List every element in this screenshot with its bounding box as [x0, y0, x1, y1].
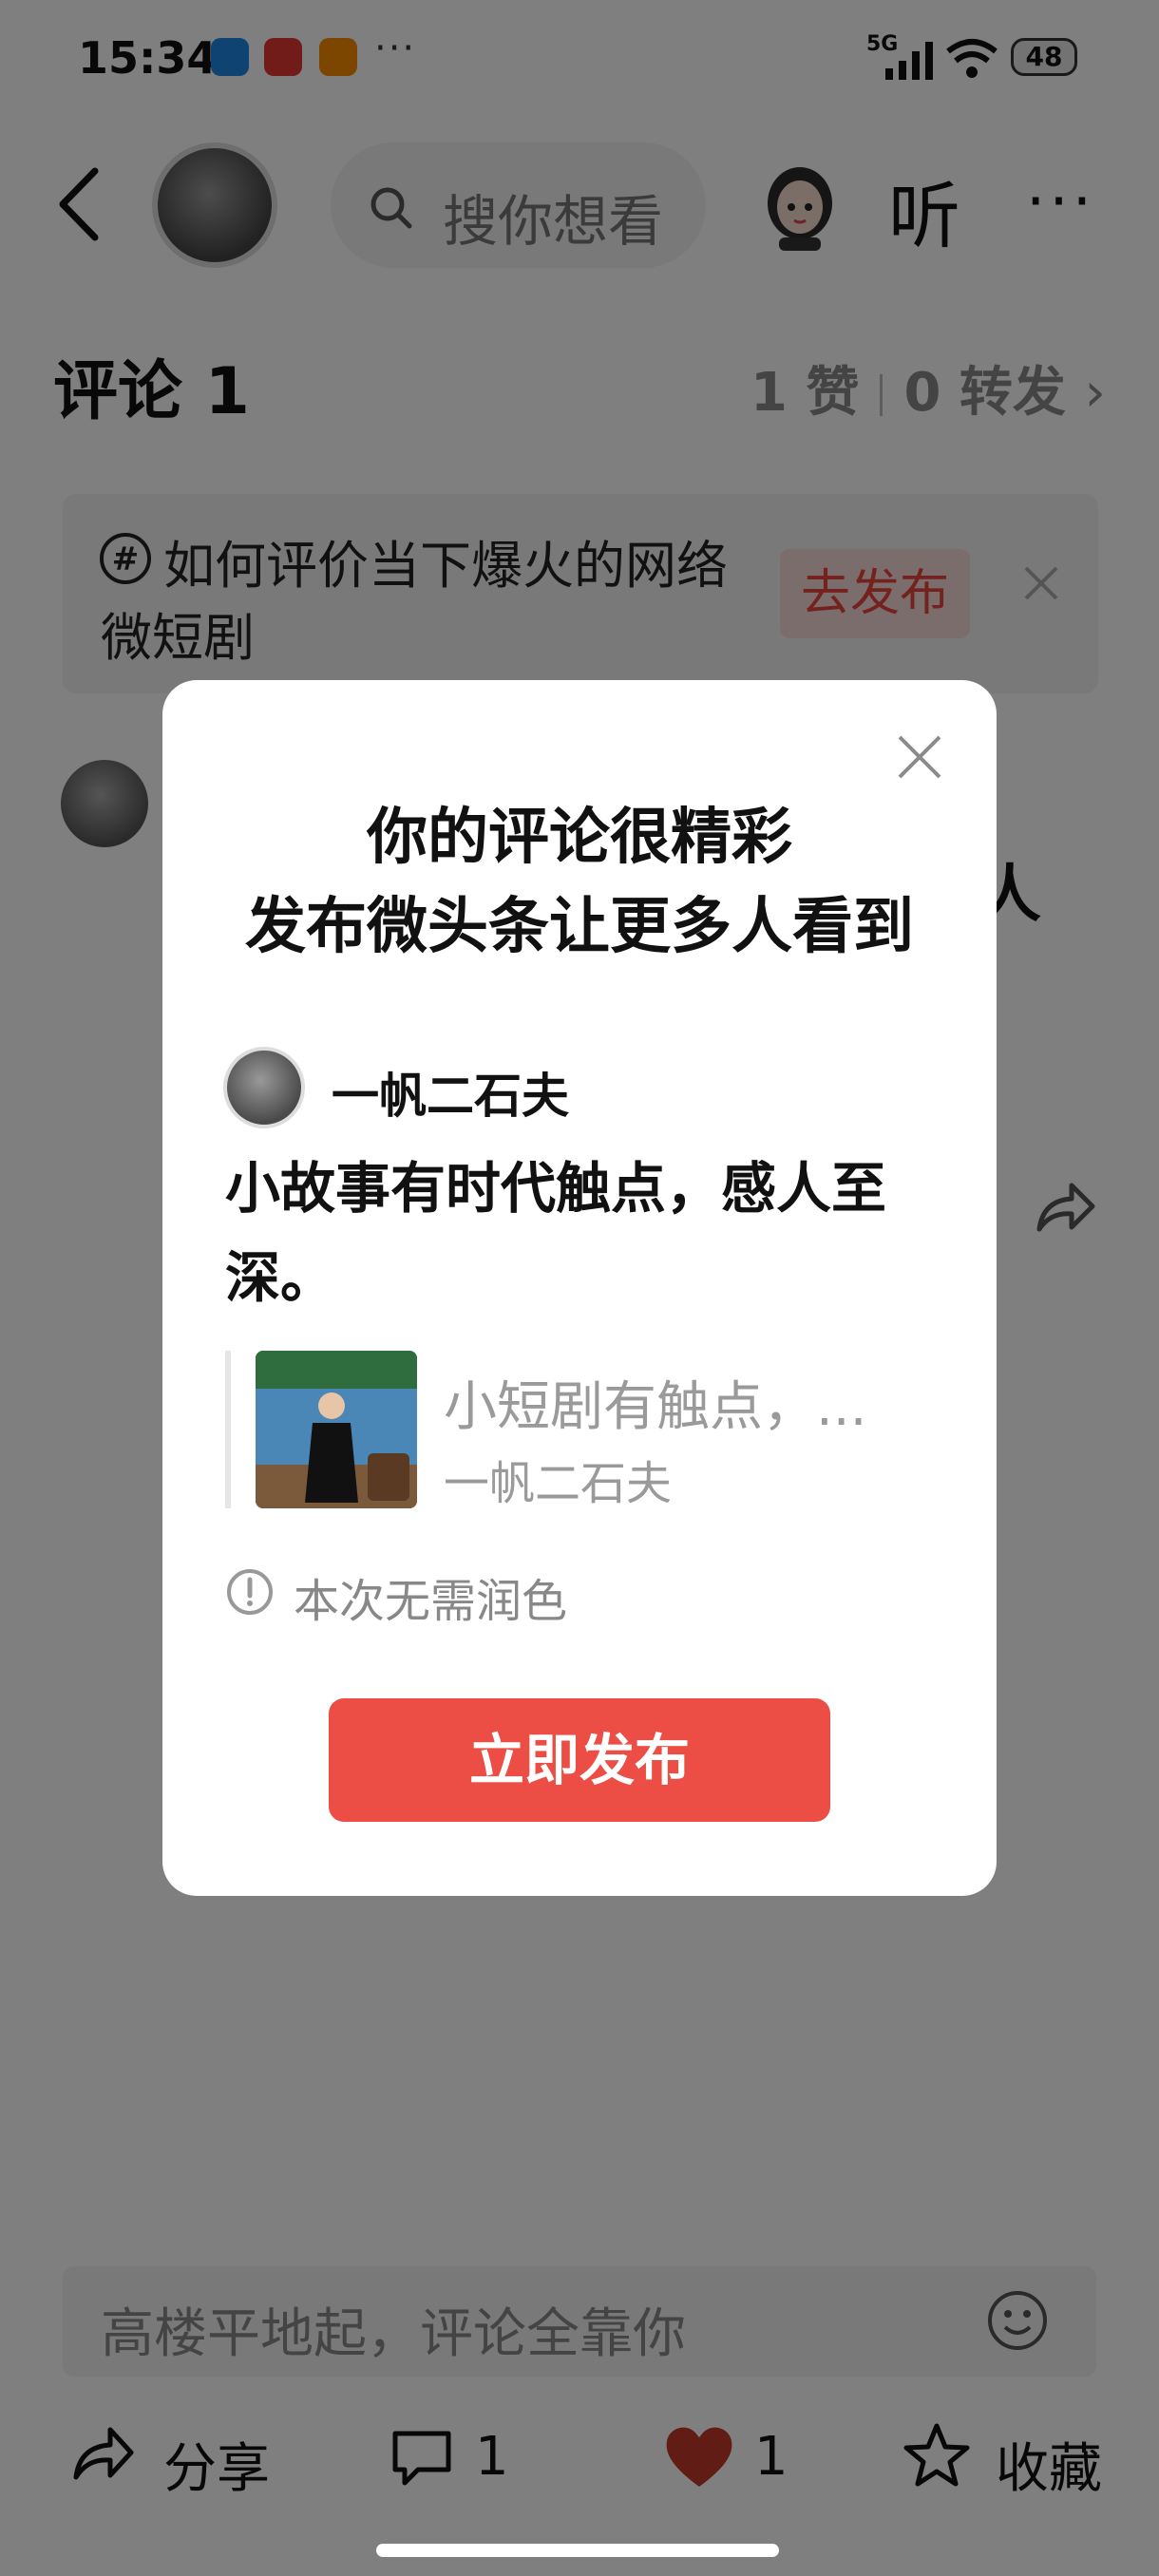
quoted-article-author: 一帆二石夫: [444, 1457, 673, 1510]
quote-divider: [225, 1351, 231, 1508]
author-avatar: [223, 1047, 305, 1128]
info-icon: [227, 1569, 273, 1615]
dialog-title-line1: 你的评论很精彩: [367, 803, 792, 873]
publish-dialog: 你的评论很精彩 发布微头条让更多人看到 一帆二石夫 小故事有时代触点，感人至深。…: [162, 680, 997, 1896]
polish-info: 本次无需润色: [294, 1575, 568, 1628]
dialog-title-line2: 发布微头条让更多人看到: [245, 892, 914, 962]
publish-now-button[interactable]: 立即发布: [329, 1698, 830, 1822]
comment-body: 小故事有时代触点，感人至深。: [225, 1156, 887, 1310]
author-name: 一帆二石夫: [332, 1069, 569, 1124]
quoted-article-title: 小短剧有触点，...: [444, 1376, 867, 1438]
article-thumbnail: [256, 1351, 417, 1508]
home-indicator[interactable]: [376, 2544, 779, 2557]
close-icon[interactable]: [896, 733, 943, 781]
